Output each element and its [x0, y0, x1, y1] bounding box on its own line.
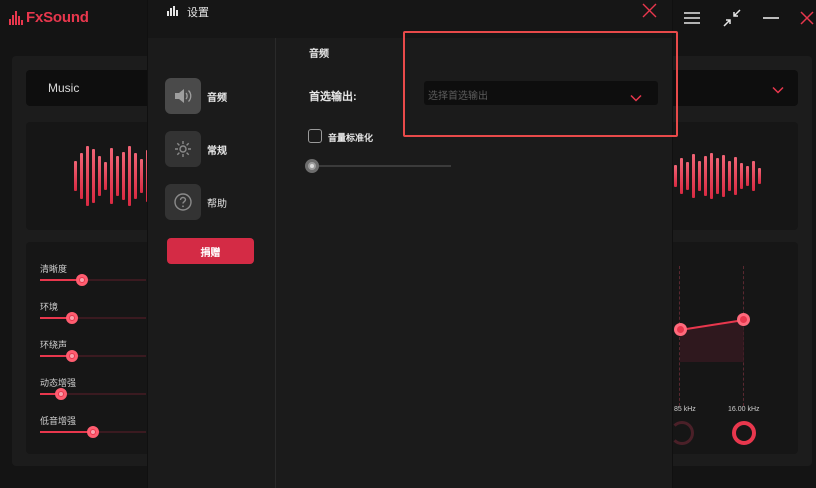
dialog-title: 设置 — [187, 7, 209, 19]
effect-surround: 环绕声 — [40, 338, 150, 362]
eq-freq-label: 16.00 kHz — [728, 406, 760, 413]
effect-bass-boost: 低音增强 — [40, 414, 150, 438]
volume-normalize-label: 音量标准化 — [328, 133, 374, 143]
section-title: 音频 — [309, 49, 329, 60]
nav-item-audio[interactable]: 音频 — [165, 78, 227, 114]
help-icon — [165, 184, 201, 220]
nav-label: 常规 — [207, 145, 227, 157]
effect-slider[interactable] — [40, 350, 146, 362]
effect-slider[interactable] — [40, 312, 146, 324]
gear-icon — [165, 131, 201, 167]
volume-normalize-checkbox[interactable] — [308, 129, 322, 143]
preset-chevron-icon — [772, 81, 784, 99]
effect-label: 环境 — [40, 302, 59, 312]
settings-logo-icon — [167, 6, 178, 16]
minimize-icon[interactable] — [760, 8, 782, 28]
waveform-right — [674, 122, 761, 230]
app-close-icon[interactable] — [796, 8, 816, 28]
effect-clarity: 清晰度 — [40, 262, 150, 286]
eq-node[interactable] — [674, 323, 687, 336]
eq-gain-knob[interactable] — [670, 421, 694, 445]
normalize-slider-knob[interactable] — [305, 159, 319, 173]
eq-gain-knob[interactable] — [732, 421, 756, 445]
nav-item-general[interactable]: 常规 — [165, 131, 227, 167]
slider-knob[interactable] — [66, 312, 78, 324]
menu-icon[interactable] — [681, 8, 703, 28]
nav-label: 音频 — [207, 92, 227, 104]
effect-label: 低音增强 — [40, 416, 77, 426]
effect-slider[interactable] — [40, 388, 146, 400]
slider-knob[interactable] — [87, 426, 99, 438]
preset-label: Music — [48, 81, 80, 95]
preferred-output-label: 首选输出: — [309, 91, 357, 103]
logo-bars-icon — [9, 10, 23, 25]
settings-nav: 音频 常规 帮助 捐赠 — [148, 38, 276, 488]
speaker-icon — [165, 78, 201, 114]
collapse-icon[interactable] — [721, 8, 743, 28]
effect-label: 动态增强 — [40, 378, 77, 388]
highlight-box — [403, 31, 678, 137]
normalize-slider[interactable] — [308, 165, 451, 167]
slider-knob[interactable] — [66, 350, 78, 362]
dialog-close-icon[interactable] — [642, 3, 657, 23]
effect-label: 清晰度 — [40, 264, 68, 274]
effect-label: 环绕声 — [40, 340, 68, 350]
eq-node[interactable] — [737, 313, 750, 326]
eq-freq-label: 85 kHz — [674, 406, 696, 413]
slider-knob[interactable] — [76, 274, 88, 286]
slider-knob[interactable] — [55, 388, 67, 400]
nav-item-help[interactable]: 帮助 — [165, 184, 227, 220]
effect-ambience: 环境 — [40, 300, 150, 324]
effect-slider[interactable] — [40, 274, 146, 286]
fxsound-logo: FxSound — [9, 9, 89, 26]
logo-text: FxSound — [26, 9, 89, 26]
donate-button[interactable]: 捐赠 — [167, 238, 254, 264]
effect-dynamic-boost: 动态增强 — [40, 376, 150, 400]
effect-slider[interactable] — [40, 426, 146, 438]
nav-label: 帮助 — [207, 198, 227, 210]
